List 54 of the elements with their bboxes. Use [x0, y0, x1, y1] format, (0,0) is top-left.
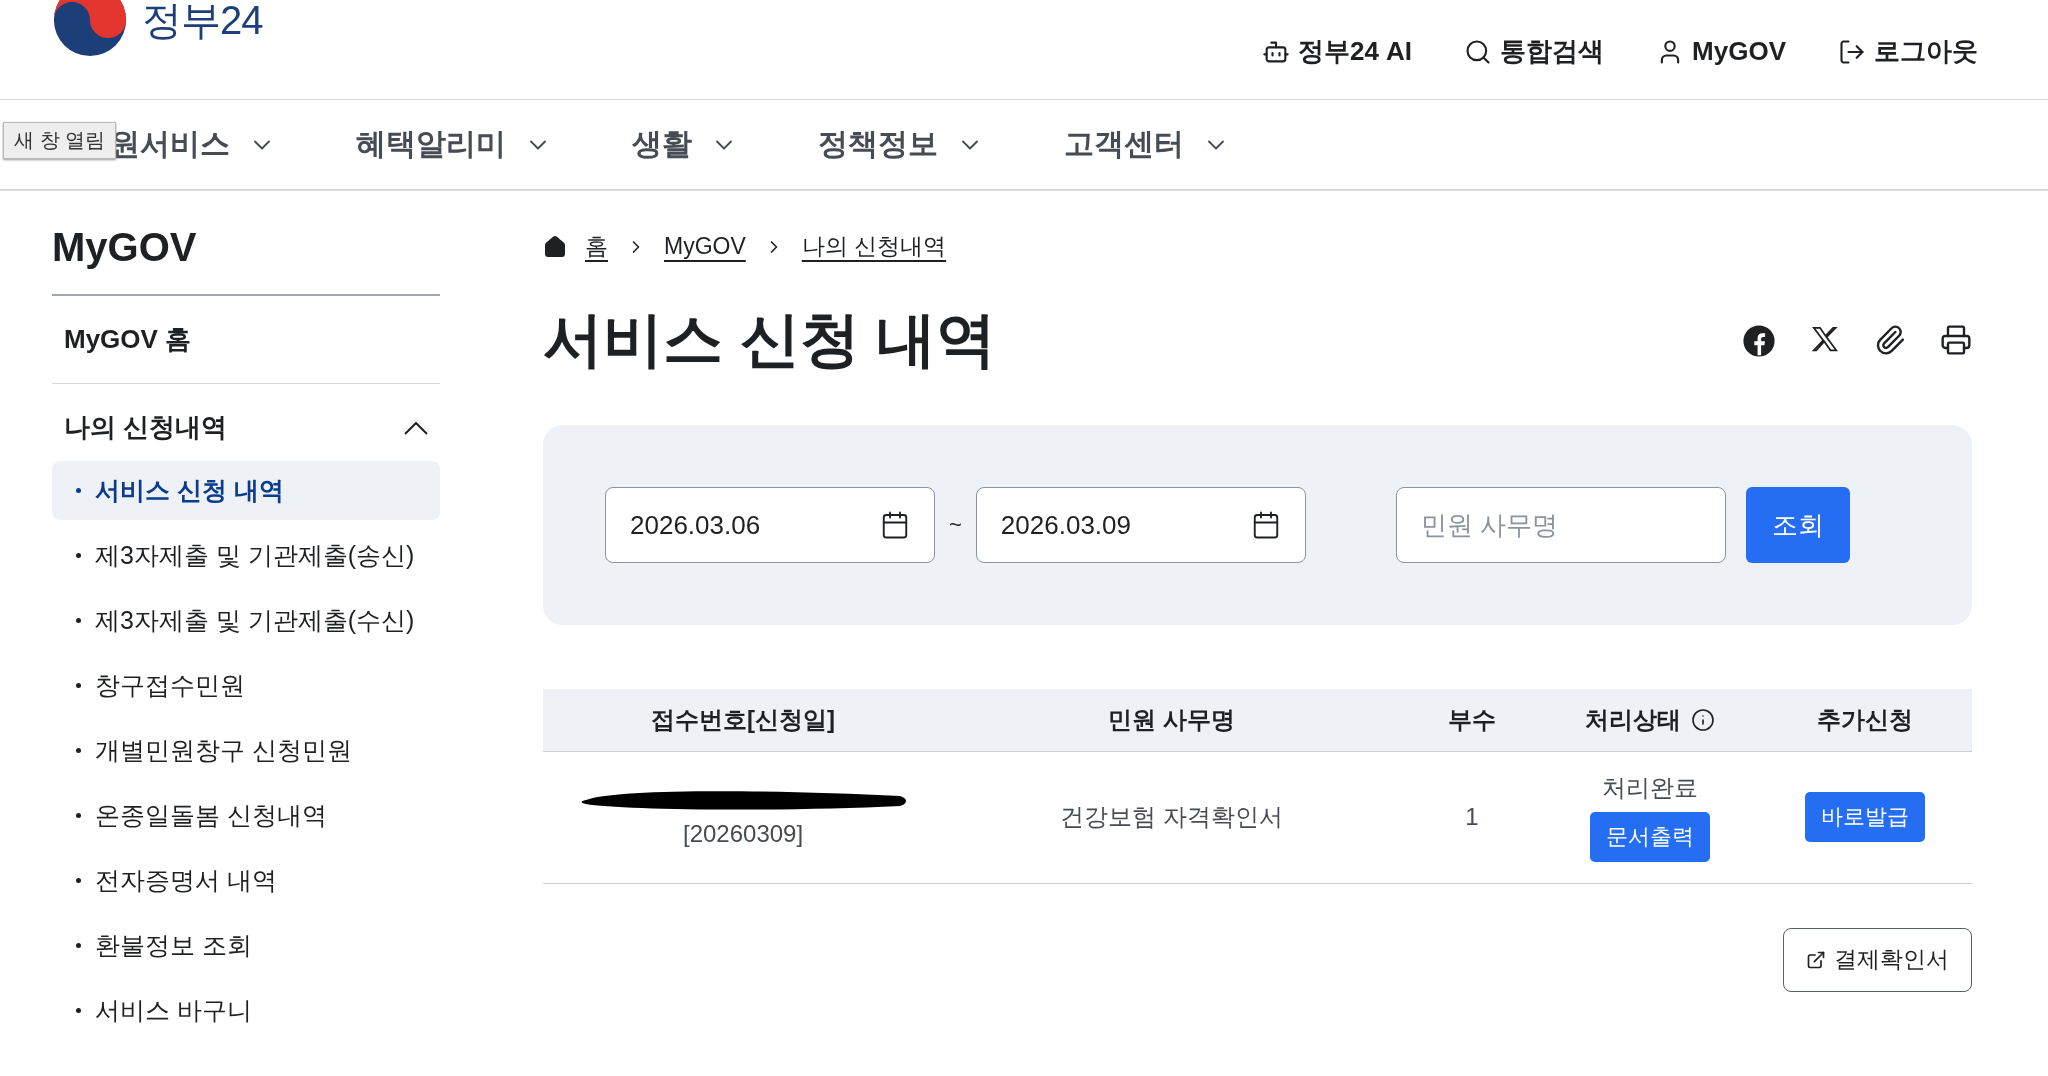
- sidebar-item[interactable]: 서비스 바구니: [52, 981, 440, 1040]
- sidebar-title: MyGOV: [52, 225, 440, 296]
- print-button[interactable]: 문서출력: [1590, 812, 1711, 862]
- column-header: 민원 사무명: [943, 689, 1401, 751]
- logo-icon[interactable]: [52, 0, 128, 58]
- calendar-icon[interactable]: [880, 510, 910, 540]
- external-link-icon: [1806, 949, 1826, 970]
- chevron-up-icon: [404, 420, 428, 435]
- table-cell: 건강보험 자격확인서: [943, 751, 1401, 883]
- sidebar-item[interactable]: 개별민원창구 신청민원: [52, 721, 440, 780]
- utility-link[interactable]: 통합검색: [1464, 34, 1605, 69]
- date-field[interactable]: 2026.03.06: [605, 487, 935, 563]
- nav-menu-item[interactable]: 혜택알리미: [356, 124, 552, 165]
- sidebar-item[interactable]: 제3자제출 및 기관제출(송신): [52, 526, 440, 585]
- page-title: 서비스 신청 내역: [543, 305, 997, 375]
- utility-link[interactable]: MyGOV: [1656, 34, 1786, 69]
- issue-button[interactable]: 바로발급: [1804, 792, 1925, 842]
- sidebar-item[interactable]: 환불정보 조회: [52, 916, 440, 975]
- nav-menu-item[interactable]: 생활: [632, 124, 738, 165]
- sidebar-item[interactable]: 제3자제출 및 기관제출(수신): [52, 591, 440, 650]
- breadcrumb-link[interactable]: 나의 신청내역: [801, 231, 947, 262]
- sidebar-group[interactable]: 나의 신청내역: [52, 384, 440, 461]
- search-field[interactable]: 민원 사무명: [1395, 487, 1726, 563]
- nav-menu-item[interactable]: 고객센터: [1064, 124, 1230, 165]
- date-field[interactable]: 2026.03.09: [975, 487, 1306, 563]
- utility-link[interactable]: 로그아웃: [1838, 34, 1978, 69]
- column-header: 접수번호[신청일]: [543, 689, 944, 751]
- column-header: 처리상태: [1543, 689, 1758, 751]
- breadcrumb-link[interactable]: 홈: [585, 231, 608, 262]
- search-icon: [1464, 37, 1493, 66]
- sidebar-item[interactable]: 창구접수민원: [52, 656, 440, 715]
- logo-text[interactable]: 정부24: [142, 0, 263, 48]
- tooltip: 새 창 열림: [3, 122, 117, 159]
- sidebar-item[interactable]: 전자증명서 내역: [52, 851, 440, 910]
- table-cell: 1: [1400, 751, 1544, 883]
- home-icon: [543, 234, 567, 259]
- receipt-button[interactable]: 결제확인서: [1783, 927, 1972, 992]
- breadcrumb-link[interactable]: MyGOV: [664, 233, 746, 260]
- status-text: 처리완료: [1601, 773, 1700, 803]
- sidebar-item[interactable]: 서비스 신청 내역: [52, 461, 440, 520]
- range-separator: ~: [949, 512, 962, 538]
- logout-icon: [1838, 37, 1866, 66]
- paperclip-icon[interactable]: [1874, 323, 1906, 356]
- facebook-icon[interactable]: [1742, 323, 1776, 358]
- search-button[interactable]: 조회: [1745, 487, 1850, 563]
- info-icon[interactable]: [1691, 707, 1716, 732]
- sidebar-link[interactable]: MyGOV 홈: [52, 296, 440, 384]
- nav-menu-item[interactable]: 정책정보: [818, 124, 984, 165]
- column-header: 부수: [1400, 689, 1544, 751]
- table-cell: [20260309]: [543, 751, 944, 883]
- utility-link[interactable]: 정부24 AI: [1261, 34, 1413, 69]
- column-header: 추가신청: [1757, 689, 1972, 751]
- sidebar-item[interactable]: 온종일돌봄 신청내역: [52, 786, 440, 845]
- printer-icon[interactable]: [1940, 323, 1972, 356]
